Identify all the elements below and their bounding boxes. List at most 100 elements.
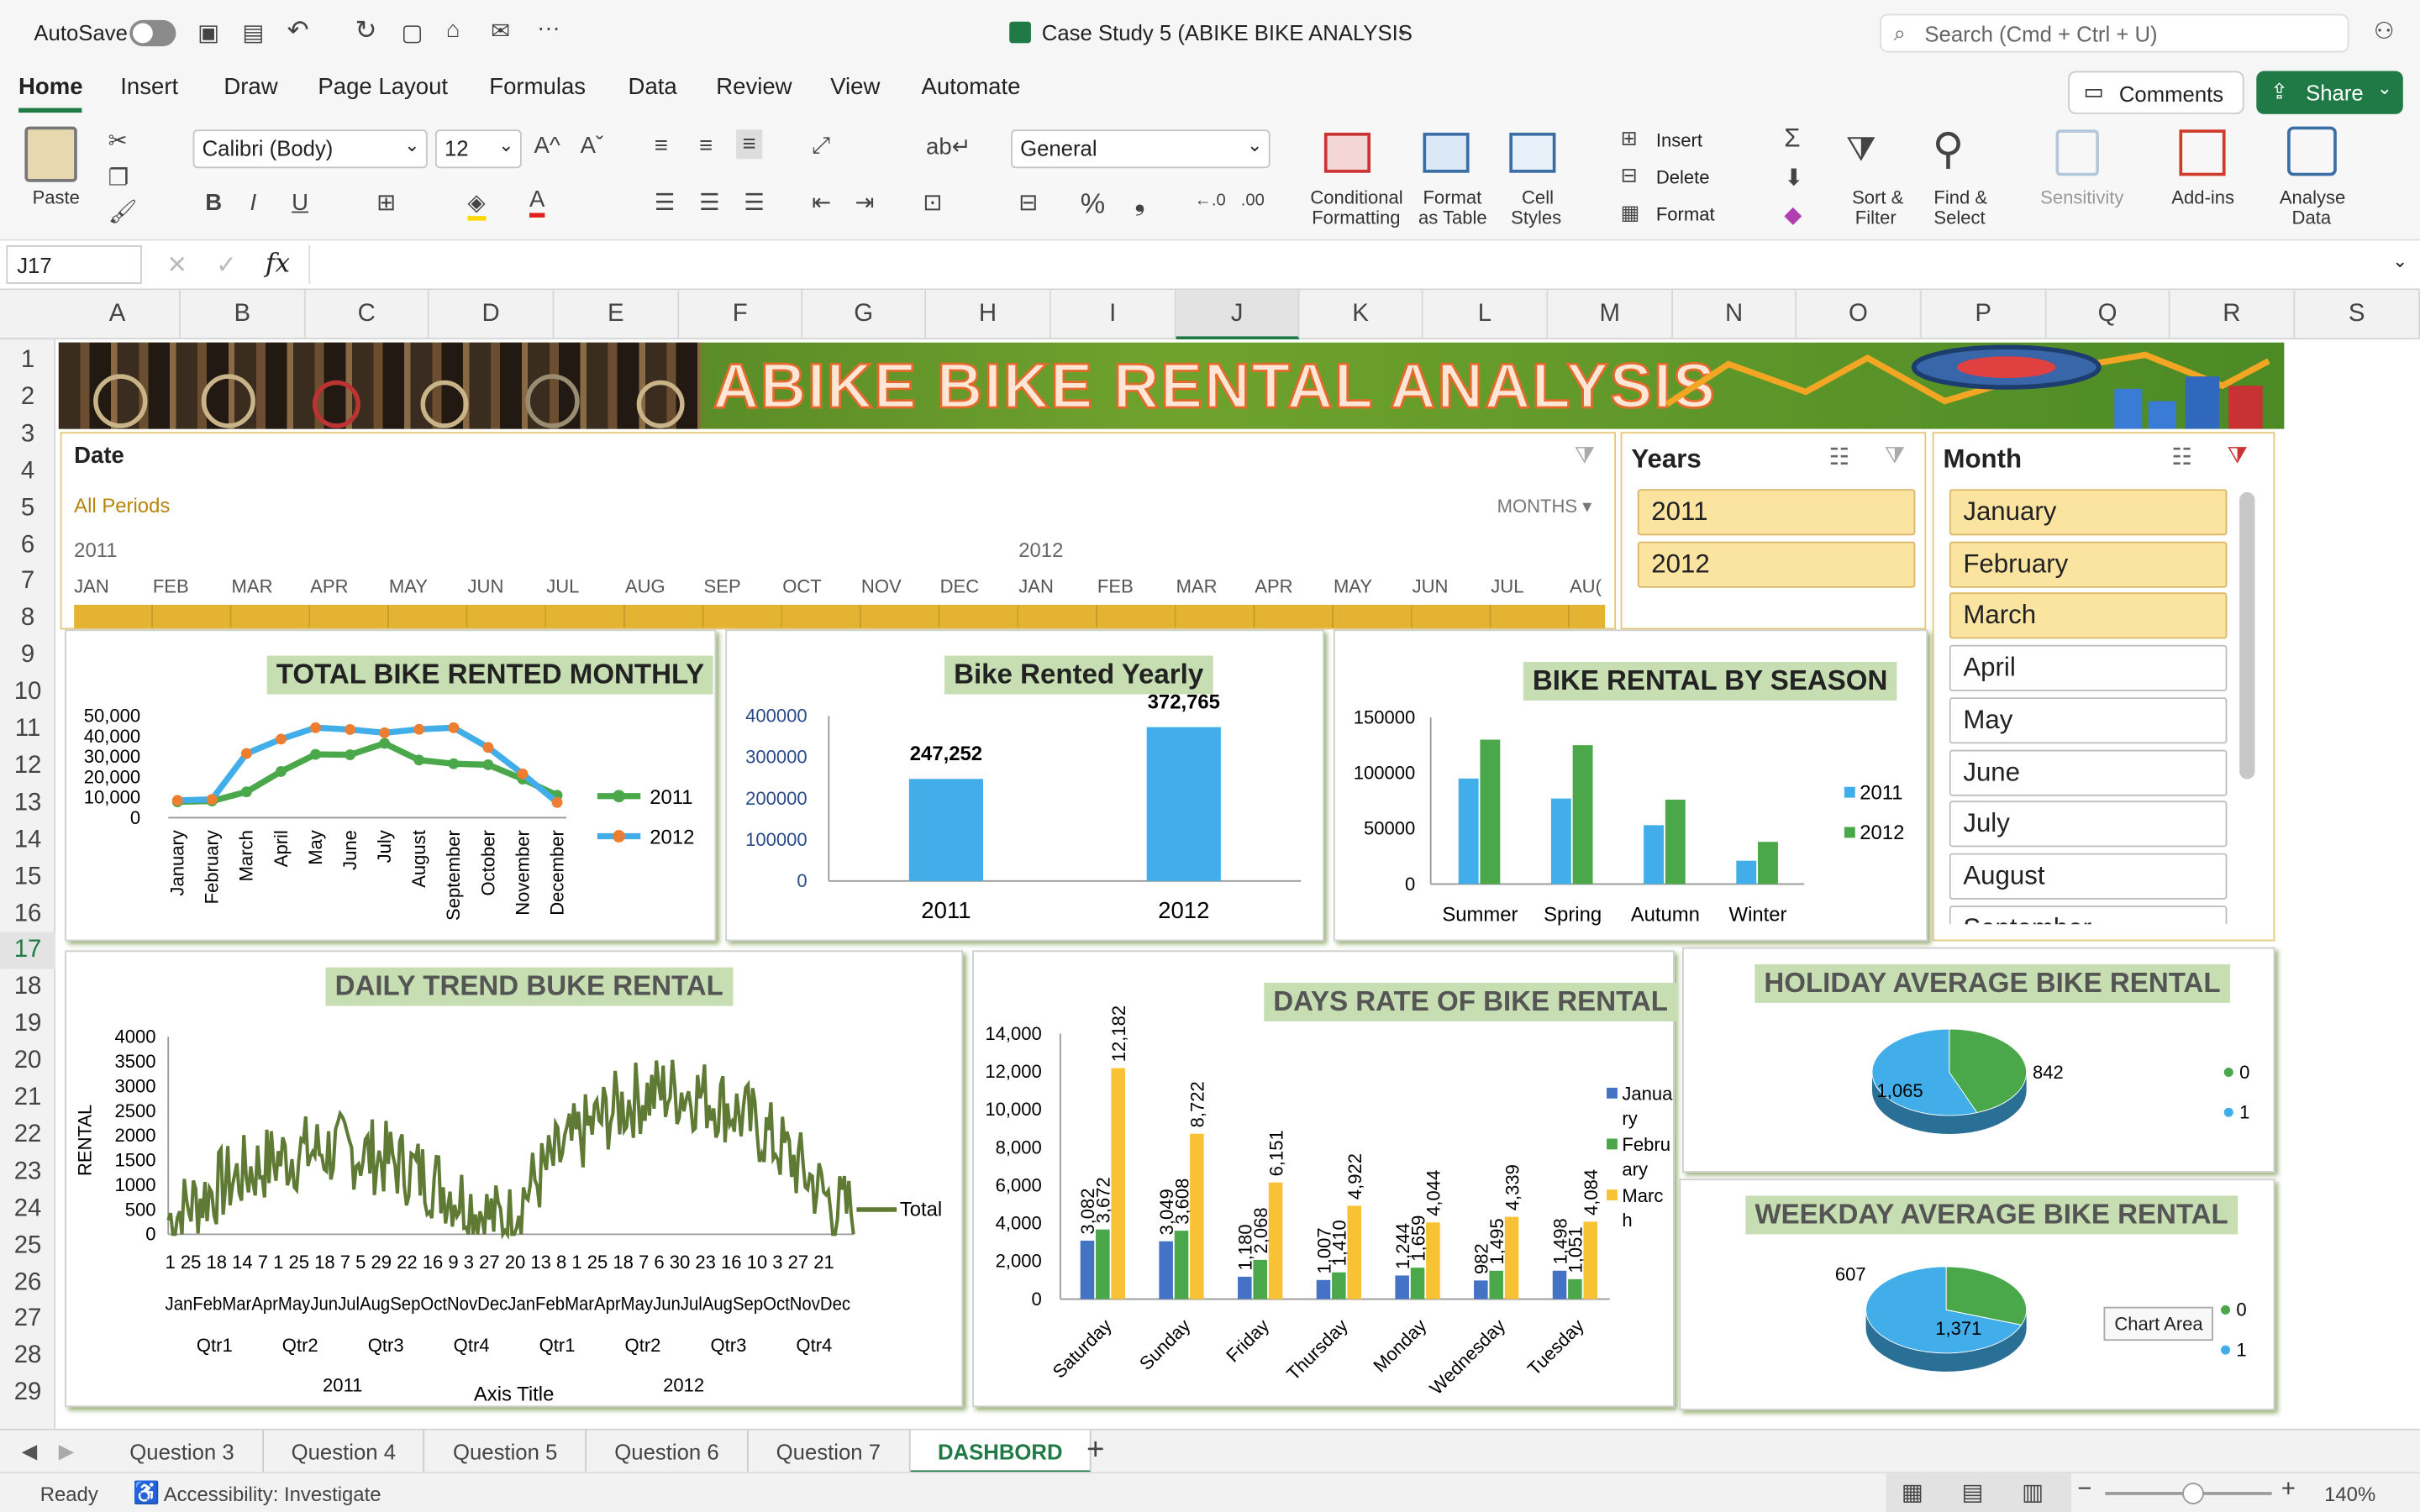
- data-point[interactable]: [345, 749, 356, 760]
- tab-insert[interactable]: Insert: [120, 74, 178, 100]
- timeline-month[interactable]: FEB: [1097, 575, 1134, 597]
- cell-styles-icon[interactable]: [1509, 132, 1556, 173]
- slicer-item-july[interactable]: July: [1949, 801, 2228, 848]
- format-cells-icon[interactable]: ▦: [1621, 201, 1640, 225]
- timeline-month[interactable]: OCT: [782, 575, 822, 597]
- column-header-N[interactable]: N: [1673, 290, 1797, 340]
- multi-select-icon[interactable]: ☷: [1829, 443, 1850, 470]
- column-header-A[interactable]: A: [55, 290, 181, 340]
- zoom-level[interactable]: 140%: [2324, 1483, 2375, 1506]
- timeline-month[interactable]: JUL: [1491, 575, 1523, 597]
- column-header-M[interactable]: M: [1548, 290, 1674, 340]
- expand-formula-icon[interactable]: ⌄: [2392, 250, 2407, 272]
- data-point[interactable]: [448, 722, 460, 733]
- row-header-26[interactable]: 26: [0, 1264, 55, 1301]
- timeline-bar[interactable]: [74, 604, 1606, 628]
- zoom-slider-thumb[interactable]: [2182, 1483, 2204, 1504]
- zoom-slider[interactable]: [2105, 1483, 2272, 1504]
- function-icon[interactable]: fx: [266, 249, 290, 280]
- prev-sheet-icon[interactable]: ◀: [22, 1440, 37, 1464]
- row-header-13[interactable]: 13: [0, 785, 55, 822]
- shrink-font-icon[interactable]: Aˇ: [581, 133, 604, 159]
- bar-Sunday-February[interactable]: [1174, 1231, 1189, 1299]
- data-point[interactable]: [413, 754, 425, 766]
- days-rate-chart[interactable]: DAYS RATE OF BIKE RENTAL 14,000 12,000 10,…: [972, 950, 1677, 1408]
- slicer-item-february[interactable]: February: [1949, 541, 2228, 588]
- slicer-item-may[interactable]: May: [1949, 696, 2228, 743]
- conditional-formatting-label-2[interactable]: Formatting: [1312, 207, 1400, 228]
- accounting-icon[interactable]: ⊟: [1018, 188, 1038, 216]
- data-point[interactable]: [310, 748, 321, 760]
- share-button[interactable]: ⇪ Share ⌄: [2256, 71, 2403, 114]
- number-format-select[interactable]: General ⌄: [1011, 129, 1270, 169]
- column-header-D[interactable]: D: [429, 290, 555, 340]
- row-header-3[interactable]: 3: [0, 417, 55, 454]
- cancel-icon[interactable]: ✕: [166, 250, 187, 281]
- yearly-chart[interactable]: Bike Rented Yearly 400000 300000 200000 100…: [725, 629, 1324, 942]
- bar-Winter-2012[interactable]: [1758, 842, 1778, 885]
- zoom-in-icon[interactable]: +: [2281, 1477, 2296, 1504]
- row-header-28[interactable]: 28: [0, 1338, 55, 1375]
- sheet-tab-question-6[interactable]: Question 6: [587, 1430, 749, 1474]
- wrap-text-icon[interactable]: ab↵: [926, 133, 971, 160]
- accessibility-icon[interactable]: ♿: [133, 1479, 160, 1505]
- data-point[interactable]: [482, 742, 494, 753]
- column-header-B[interactable]: B: [181, 290, 306, 340]
- timeline-month[interactable]: JUN: [468, 575, 504, 597]
- name-box[interactable]: J17: [6, 245, 142, 284]
- bar-Spring-2012[interactable]: [1572, 745, 1593, 885]
- data-point[interactable]: [413, 723, 425, 735]
- data-point[interactable]: [379, 727, 391, 738]
- underline-icon[interactable]: U: [292, 190, 308, 216]
- slicer-item-june[interactable]: June: [1949, 748, 2228, 795]
- timeline-month[interactable]: JUN: [1413, 575, 1449, 597]
- row-header-8[interactable]: 8: [0, 601, 55, 638]
- row-header-7[interactable]: 7: [0, 564, 55, 601]
- slicer-item-april[interactable]: April: [1949, 644, 2228, 692]
- series-line-2012[interactable]: [177, 724, 560, 806]
- bar-Friday-January[interactable]: [1238, 1276, 1252, 1299]
- font-size-select[interactable]: 12 ⌄: [434, 129, 522, 169]
- bar-Wednesday-March[interactable]: [1504, 1216, 1519, 1299]
- delete-cells-label[interactable]: Delete: [1656, 166, 1710, 188]
- timeline-month[interactable]: MAY: [1334, 575, 1372, 597]
- row-header-29[interactable]: 29: [0, 1375, 55, 1412]
- timeline-month[interactable]: MAR: [1176, 575, 1218, 597]
- bar-Winter-2011[interactable]: [1736, 860, 1757, 885]
- row-header-4[interactable]: 4: [0, 453, 55, 490]
- sheet-tab-dashbord[interactable]: DASHBORD: [909, 1430, 1092, 1474]
- season-chart[interactable]: BIKE RENTAL BY SEASON 150000 100000 50000 0…: [1333, 629, 1928, 942]
- data-point[interactable]: [448, 758, 460, 769]
- sheet-tab-question-5[interactable]: Question 5: [425, 1430, 587, 1474]
- daily-trend-chart[interactable]: DAILY TREND BUKE RENTAL 4000 3500 3000 2500…: [65, 950, 964, 1408]
- month-scrollbar[interactable]: [2239, 491, 2255, 780]
- timeline-month[interactable]: APR: [310, 575, 348, 597]
- increase-decimal-icon[interactable]: ←.0: [1195, 192, 1226, 210]
- insert-cells-icon[interactable]: ⊞: [1621, 127, 1638, 151]
- bar-Monday-January[interactable]: [1395, 1275, 1409, 1299]
- fill-color-icon[interactable]: ◈: [467, 188, 486, 221]
- row-header-10[interactable]: 10: [0, 675, 55, 711]
- account-icon[interactable]: ⚇: [2374, 17, 2395, 45]
- bar-Tuesday-January[interactable]: [1552, 1270, 1567, 1299]
- tab-view[interactable]: View: [830, 74, 880, 100]
- analyse-data-label-2[interactable]: Data: [2292, 207, 2332, 228]
- borders-icon[interactable]: ⊞: [376, 188, 396, 216]
- column-header-J[interactable]: J: [1176, 290, 1300, 340]
- tab-automate[interactable]: Automate: [922, 74, 1021, 100]
- bar-Spring-2011[interactable]: [1550, 798, 1571, 885]
- data-point[interactable]: [240, 786, 252, 798]
- tab-home[interactable]: Home: [18, 74, 83, 100]
- row-header-24[interactable]: 24: [0, 1190, 55, 1227]
- grow-font-icon[interactable]: A^: [534, 133, 560, 159]
- row-header-23[interactable]: 23: [0, 1154, 55, 1191]
- align-center-icon[interactable]: ☰: [699, 188, 720, 216]
- tab-page-layout[interactable]: Page Layout: [318, 74, 448, 100]
- merge-center-icon[interactable]: ⊡: [923, 188, 942, 216]
- timeline-month[interactable]: JUL: [546, 575, 579, 597]
- title-chevron-icon[interactable]: ⌄: [1395, 18, 1410, 40]
- format-table-label-2[interactable]: as Table: [1418, 207, 1487, 228]
- data-point[interactable]: [276, 766, 287, 777]
- bar-Friday-February[interactable]: [1253, 1259, 1267, 1299]
- timeline-month[interactable]: JAN: [1018, 575, 1054, 597]
